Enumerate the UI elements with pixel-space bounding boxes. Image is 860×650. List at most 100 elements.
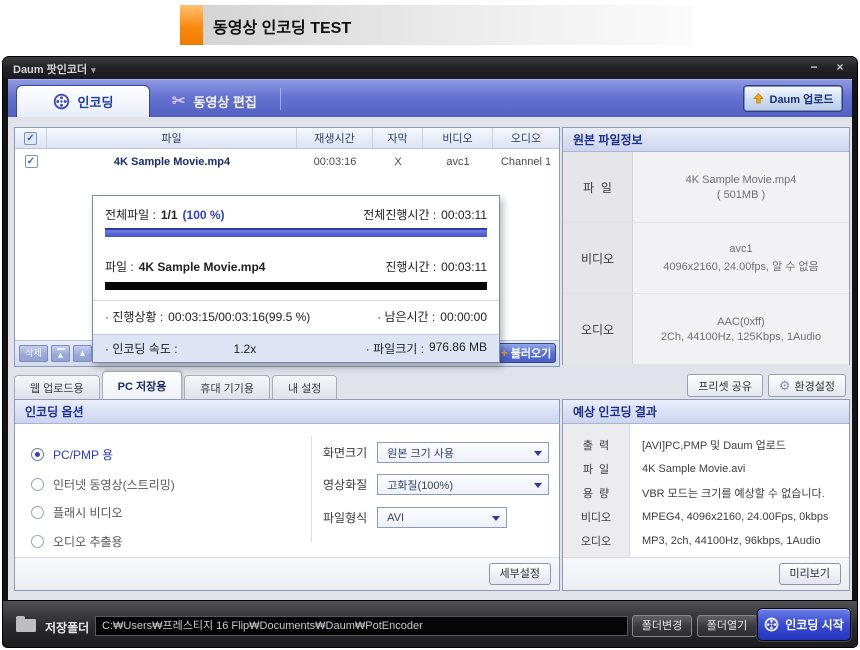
result-audio-label: 오디오 xyxy=(580,536,612,548)
tab-video-edit[interactable]: ✂ 동영상 편집 xyxy=(156,85,273,117)
total-time-value: 00:03:11 xyxy=(441,208,487,222)
radio-audio-extract[interactable]: 오디오 추출용 xyxy=(31,533,123,550)
current-file-name: 4K Sample Movie.mp4 xyxy=(138,260,266,274)
tab-video-edit-label: 동영상 편집 xyxy=(193,94,257,110)
dropdown-arrow-icon xyxy=(534,483,543,488)
radio-flash-video[interactable]: 플래시 비디오 xyxy=(31,504,123,521)
remain-label: · 남은시간 : xyxy=(377,310,436,324)
source-video-label: 비디오 xyxy=(563,223,633,293)
radio-pc-pmp[interactable]: PC/PMP 용 xyxy=(31,446,113,463)
tab-web-upload[interactable]: 웹 업로드용 xyxy=(14,375,100,399)
speed-label: · 인코딩 속도 : xyxy=(105,342,178,356)
result-output-label: 출 력 xyxy=(582,440,610,452)
column-duration[interactable]: 재생시간 xyxy=(297,128,373,148)
delete-button[interactable]: 삭제 xyxy=(19,345,48,362)
film-reel-icon xyxy=(53,93,69,110)
settings-label: 환경설정 xyxy=(794,380,835,393)
screen-size-label: 화면크기 xyxy=(323,446,368,460)
tab-encoding[interactable]: 인코딩 xyxy=(16,85,150,117)
file-format-value: AVI xyxy=(387,511,405,524)
video-quality-select[interactable]: 고화질(100%) xyxy=(377,474,550,495)
settings-button[interactable]: ⚙ 환경설정 xyxy=(767,374,846,397)
radio-icon xyxy=(31,478,44,491)
video-quality-value: 고화질(100%) xyxy=(387,479,453,492)
radio-pc-pmp-label: PC/PMP 용 xyxy=(53,448,114,462)
source-video-line1: avc1 xyxy=(729,242,753,255)
source-audio-label: 오디오 xyxy=(563,294,633,364)
move-top-button[interactable]: ▲ xyxy=(51,345,70,362)
total-files-value: 1/1 xyxy=(160,208,178,222)
encoding-options-panel: 인코딩 옵션 PC/PMP 용 인터넷 동영상(스트리밍) 플래시 비디오 오디… xyxy=(14,399,560,591)
preview-button[interactable]: 미리보기 xyxy=(778,563,841,585)
total-percent: (100 %) xyxy=(182,208,225,222)
bottom-bar: 저장폴더 C:₩Users₩프레스티지 16 Flip₩Documents₩Da… xyxy=(3,600,857,647)
minimize-button[interactable]: − xyxy=(807,60,821,74)
page-header: 동영상 인코딩 TEST xyxy=(180,5,692,45)
result-file-label: 파 일 xyxy=(582,464,610,476)
column-subtitle[interactable]: 자막 xyxy=(373,128,423,148)
save-folder-label: 저장폴더 xyxy=(45,621,90,635)
folder-icon xyxy=(16,616,36,632)
accent-block-icon xyxy=(180,5,203,45)
row-checkbox[interactable]: ✓ xyxy=(24,155,38,168)
dropdown-arrow-icon xyxy=(534,451,543,456)
open-folder-button[interactable]: 폴더열기 xyxy=(697,615,757,637)
load-file-button[interactable]: + 불러오기 xyxy=(496,343,556,363)
progress-footer: · 인코딩 속도 : 1.2x · 파일크기 : 976.86 MB xyxy=(93,334,499,362)
caret-down-icon[interactable]: ▾ xyxy=(91,65,96,75)
tab-encoding-label: 인코딩 xyxy=(77,95,114,110)
start-encoding-label: 인코딩 시작 xyxy=(785,618,844,632)
tab-mobile-device[interactable]: 휴대 기기용 xyxy=(184,375,271,399)
filesize-value: 976.86 MB xyxy=(428,340,487,354)
close-button[interactable]: × xyxy=(833,60,847,74)
film-reel-icon xyxy=(764,617,779,632)
app-window: Daum 팟인코더 ▾ − × 인코딩 ✂ 동영상 편집 Daum 업로드 ✓ … xyxy=(3,57,857,647)
progress-divider xyxy=(93,300,499,301)
file-progress-bar xyxy=(105,282,487,290)
status-value: 00:03:15/00:03:16(99.5 %) xyxy=(168,310,311,324)
encoding-options-title: 인코딩 옵션 xyxy=(15,400,559,424)
save-folder-path[interactable]: C:₩Users₩프레스티지 16 Flip₩Documents₩Daum₩Po… xyxy=(95,616,628,636)
source-info-panel: 원본 파일정보 파 일 4K Sample Movie.mp4 ( 501MB … xyxy=(562,127,850,365)
preset-share-button[interactable]: 프리셋 공유 xyxy=(687,374,763,397)
column-video[interactable]: 비디오 xyxy=(423,128,493,148)
main-tabstrip: 인코딩 ✂ 동영상 편집 Daum 업로드 xyxy=(8,79,852,117)
titlebar: Daum 팟인코더 ▾ − × xyxy=(3,57,857,79)
scissors-icon: ✂ xyxy=(172,93,186,110)
move-up-button[interactable]: ▲ xyxy=(73,345,92,362)
filesize-label: · 파일크기 : xyxy=(365,342,424,356)
daum-upload-button[interactable]: Daum 업로드 xyxy=(744,86,842,111)
tab-pc-save[interactable]: PC 저장용 xyxy=(101,371,183,399)
screen-size-value: 원본 크기 사용 xyxy=(387,447,455,460)
preset-tabstrip: 웹 업로드용 PC 저장용 휴대 기기용 내 설정 xyxy=(14,371,338,399)
expected-result-title: 예상 인코딩 결과 xyxy=(563,400,849,424)
screen-size-select[interactable]: 원본 크기 사용 xyxy=(377,442,550,463)
radio-internet-streaming[interactable]: 인터넷 동영상(스트리밍) xyxy=(31,476,175,493)
expected-result-footer: 미리보기 xyxy=(563,557,849,590)
table-row[interactable]: ✓ 4K Sample Movie.mp4 00:03:16 X avc1 Ch… xyxy=(15,149,559,174)
tab-my-settings[interactable]: 내 설정 xyxy=(272,375,338,399)
column-file[interactable]: 파일 xyxy=(47,128,297,148)
detail-settings-button[interactable]: 세부설정 xyxy=(488,563,551,585)
source-row-file: 파 일 4K Sample Movie.mp4 ( 501MB ) xyxy=(563,152,849,223)
progress-panel: 전체파일 : 1/1 (100 %) 전체진행시간 : 00:03:11 파일 … xyxy=(92,195,500,363)
result-size-label: 용 량 xyxy=(582,488,610,500)
expected-result-panel: 예상 인코딩 결과 출 력 [AVI]PC,PMP 및 Daum 업로드 파 일… xyxy=(562,399,850,591)
result-file-value: 4K Sample Movie.avi xyxy=(642,463,746,475)
total-files-label: 전체파일 : xyxy=(105,208,156,222)
tab-separator xyxy=(280,88,281,110)
encoding-options-footer: 세부설정 xyxy=(15,557,559,590)
select-all-checkbox[interactable]: ✓ xyxy=(24,131,37,145)
source-file-line1: 4K Sample Movie.mp4 xyxy=(685,173,797,186)
column-audio[interactable]: 오디오 xyxy=(493,128,559,148)
file-format-select[interactable]: AVI xyxy=(377,507,508,528)
change-folder-button[interactable]: 폴더변경 xyxy=(632,615,692,637)
cell-duration: 00:03:16 xyxy=(313,155,357,168)
start-encoding-button[interactable]: 인코딩 시작 xyxy=(757,608,851,641)
dropdown-arrow-icon xyxy=(492,516,501,521)
expected-result-body: 출 력 [AVI]PC,PMP 및 Daum 업로드 파 일 4K Sample… xyxy=(563,424,849,558)
arrow-up-icon: ▲ xyxy=(78,348,87,358)
source-row-audio: 오디오 AAC(0xff) 2Ch, 44100Hz, 125Kbps, 1Au… xyxy=(563,294,849,365)
radio-audio-label: 오디오 추출용 xyxy=(53,535,123,549)
result-size-value: VBR 모드는 크기를 예상할 수 없습니다. xyxy=(642,488,825,500)
